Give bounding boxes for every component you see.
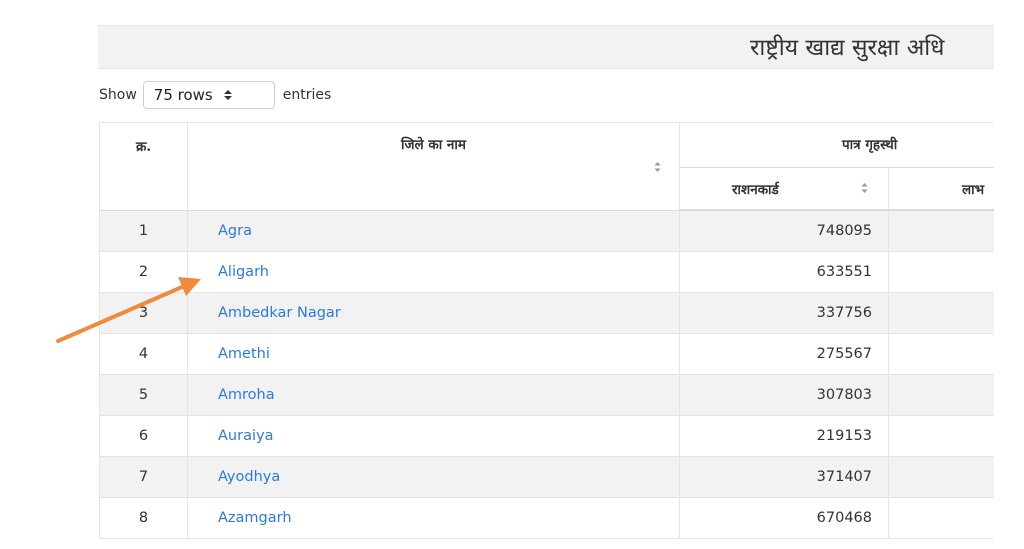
table-row: 8 Azamgarh 670468 xyxy=(99,497,994,539)
cell-beneficiaries xyxy=(888,251,994,293)
table-body: 1 Agra 748095 2 Aligarh 633551 3 Ambedkar Nagar… xyxy=(99,209,994,539)
title-banner: राष्ट्रीय खाद्य सुरक्षा अधि xyxy=(98,25,994,69)
cell-district: Amethi xyxy=(187,333,680,375)
cell-beneficiaries xyxy=(888,374,994,416)
entries-label: entries xyxy=(282,87,332,103)
cell-beneficiaries xyxy=(888,333,994,375)
cell-ration-cards: 633551 xyxy=(679,251,889,293)
district-link[interactable]: Amethi xyxy=(218,346,270,362)
district-link[interactable]: Agra xyxy=(218,223,252,239)
district-link[interactable]: Ambedkar Nagar xyxy=(218,305,341,321)
table-row: 5 Amroha 307803 xyxy=(99,374,994,416)
chevron-up-down-icon xyxy=(223,89,233,101)
table-row: 4 Amethi 275567 xyxy=(99,333,994,375)
cell-beneficiaries xyxy=(888,456,994,498)
district-table-container: क्र. जिले का नाम पात्र गृहस्थी राशनकार्ड… xyxy=(99,122,994,542)
cell-ration-cards: 670468 xyxy=(679,497,889,539)
cell-sno: 1 xyxy=(99,209,188,252)
column-header-sno[interactable]: क्र. xyxy=(99,122,188,211)
cell-district: Agra xyxy=(187,209,680,252)
cell-beneficiaries xyxy=(888,209,994,252)
table-row: 6 Auraiya 219153 xyxy=(99,415,994,457)
district-link[interactable]: Azamgarh xyxy=(218,510,292,526)
cell-ration-cards: 748095 xyxy=(679,209,889,252)
cell-ration-cards: 307803 xyxy=(679,374,889,416)
cell-district: Ayodhya xyxy=(187,456,680,498)
table-row: 2 Aligarh 633551 xyxy=(99,251,994,293)
column-header-beneficiaries[interactable]: लाभ xyxy=(888,167,994,211)
district-table: क्र. जिले का नाम पात्र गृहस्थी राशनकार्ड… xyxy=(99,122,994,539)
table-row: 1 Agra 748095 xyxy=(99,209,994,252)
column-group-eligible-household: पात्र गृहस्थी xyxy=(679,122,994,168)
cell-sno: 2 xyxy=(99,251,188,293)
cell-beneficiaries xyxy=(888,292,994,334)
cell-ration-cards: 219153 xyxy=(679,415,889,457)
cell-ration-cards: 337756 xyxy=(679,292,889,334)
cell-sno: 8 xyxy=(99,497,188,539)
cell-district: Azamgarh xyxy=(187,497,680,539)
column-header-district[interactable]: जिले का नाम xyxy=(187,122,680,211)
cell-ration-cards: 371407 xyxy=(679,456,889,498)
page: राष्ट्रीय खाद्य सुरक्षा अधि Show 75 rows… xyxy=(0,0,1024,549)
table-row: 3 Ambedkar Nagar 337756 xyxy=(99,292,994,334)
cell-sno: 3 xyxy=(99,292,188,334)
cell-sno: 7 xyxy=(99,456,188,498)
cell-sno: 4 xyxy=(99,333,188,375)
rows-per-page-control: Show 75 rows entries xyxy=(99,80,331,110)
page-title: राष्ट्रीय खाद्य सुरक्षा अधि xyxy=(750,35,945,61)
district-link[interactable]: Aligarh xyxy=(218,264,269,280)
district-link[interactable]: Ayodhya xyxy=(218,469,280,485)
sort-icon xyxy=(861,182,868,197)
cell-district: Aligarh xyxy=(187,251,680,293)
column-header-ration-cards[interactable]: राशनकार्ड xyxy=(679,167,889,211)
table-row: 7 Ayodhya 371407 xyxy=(99,456,994,498)
rows-per-page-select[interactable]: 75 rows xyxy=(142,81,275,109)
cell-sno: 5 xyxy=(99,374,188,416)
district-link[interactable]: Auraiya xyxy=(218,428,273,444)
rows-select-value: 75 rows xyxy=(153,86,213,104)
show-label: Show xyxy=(99,87,137,103)
cell-district: Auraiya xyxy=(187,415,680,457)
district-link[interactable]: Amroha xyxy=(218,387,275,403)
cell-beneficiaries xyxy=(888,415,994,457)
cell-district: Amroha xyxy=(187,374,680,416)
cell-sno: 6 xyxy=(99,415,188,457)
cell-beneficiaries xyxy=(888,497,994,539)
sort-icon xyxy=(654,161,661,176)
cell-ration-cards: 275567 xyxy=(679,333,889,375)
cell-district: Ambedkar Nagar xyxy=(187,292,680,334)
